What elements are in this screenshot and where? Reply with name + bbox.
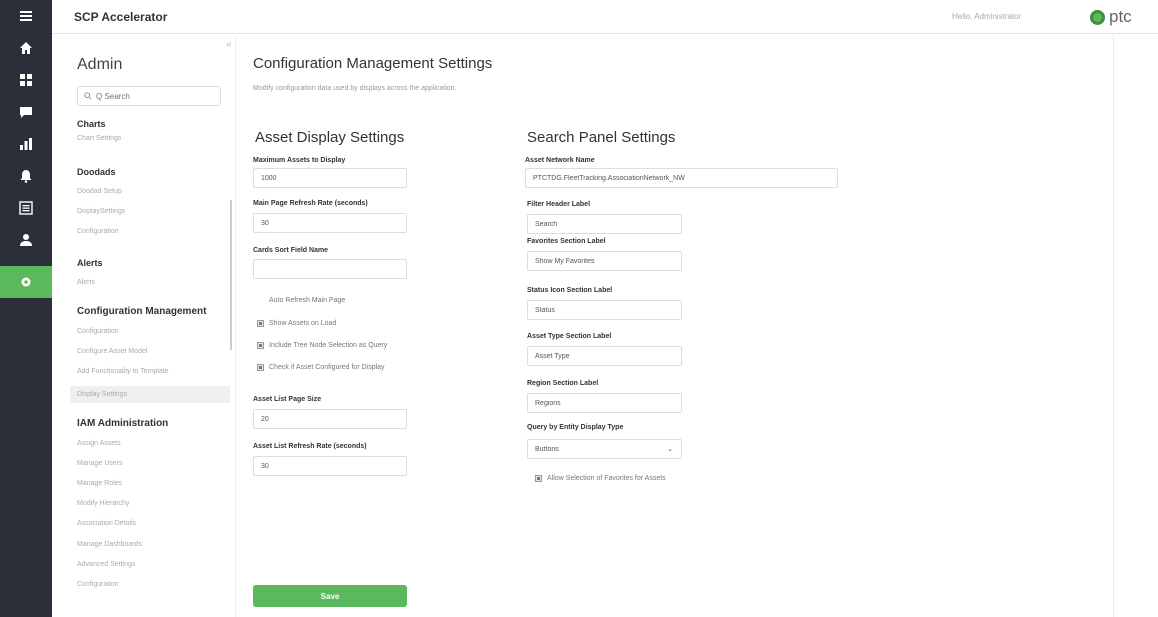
checkbox-box[interactable] [257,320,264,327]
checkbox-label: Auto Refresh Main Page [269,297,346,304]
menu-icon[interactable] [0,0,52,32]
sidebar-section-iam-administration: IAM Administration [77,418,169,429]
status-section-input[interactable] [527,300,682,320]
sidebar-title: Admin [77,56,123,73]
sidebar-search-input[interactable] [96,91,206,101]
checkbox-box[interactable] [257,342,264,349]
asset-type-section-label: Asset Type Section Label [527,333,612,340]
admin-sidebar: « Admin Charts Chart Settings Doodads Do… [52,35,236,617]
sidebar-item-advanced-settings[interactable]: Advanced Settings [77,561,135,568]
auto-refresh-checkbox[interactable]: Auto Refresh Main Page [257,297,345,304]
query-type-value: Buttons [535,445,559,453]
checkbox-label: Check if Asset Configured for Display [269,364,385,371]
user-icon[interactable] [0,224,52,256]
app-title: SCP Accelerator [74,10,168,24]
sidebar-item-manage-users[interactable]: Manage Users [77,460,123,467]
chart-icon[interactable] [0,128,52,160]
sidebar-item-doodad-setup[interactable]: Doodad Setup [77,188,122,195]
asset-display-title: Asset Display Settings [255,129,405,146]
user-greeting[interactable]: Hello, Administrator [952,12,1021,21]
checkbox-box[interactable] [535,475,542,482]
sidebar-section-configuration-management: Configuration Management [77,306,207,317]
sidebar-section-doodads: Doodads [77,167,116,177]
bell-icon[interactable] [0,160,52,192]
filter-header-label: Filter Header Label [527,201,591,208]
list-refresh-label: Asset List Refresh Rate (seconds) [253,443,367,450]
sidebar-item-alerts[interactable]: Alerts [77,279,95,286]
sidebar-item-configuration[interactable]: Configuration [77,328,119,335]
allow-favorites-checkbox[interactable]: Allow Selection of Favorites for Assets [535,475,666,482]
message-icon[interactable] [0,96,52,128]
sidebar-section-charts: Charts [77,119,106,129]
sidebar-section-alerts: Alerts [77,258,103,268]
favorites-section-label: Favorites Section Label [527,238,606,245]
show-assets-checkbox[interactable]: Show Assets on Load [257,320,336,327]
refresh-rate-input[interactable] [253,213,407,233]
sidebar-item-display-settings-active[interactable]: Display Settings [70,386,230,403]
sidebar-item-display-settings[interactable]: DisplaySettings [77,208,125,215]
sidebar-item-add-functionality[interactable]: Add Functionality to Template [77,368,169,375]
region-section-input[interactable] [527,393,682,413]
checkbox-label: Show Assets on Load [269,320,337,327]
brand-logo: ptc [1090,7,1132,27]
brand-text: ptc [1109,7,1132,26]
checkbox-box[interactable] [257,364,264,371]
sidebar-item-modify-hierarchy[interactable]: Modify Hierarchy [77,500,130,507]
max-assets-input[interactable] [253,168,407,188]
list-refresh-input[interactable] [253,456,407,476]
cards-sort-input[interactable] [253,259,407,279]
sidebar-item-association-details[interactable]: Association Details [77,520,136,527]
sidebar-scrollbar[interactable] [230,200,232,350]
checkbox-label: Allow Selection of Favorites for Assets [547,475,666,482]
sidebar-item-configuration[interactable]: Configuration [77,228,119,235]
sidebar-item-manage-roles[interactable]: Manage Roles [77,480,122,487]
include-tree-node-checkbox[interactable]: Include Tree Node Selection as Query [257,342,387,349]
list-icon[interactable] [0,192,52,224]
network-name-label: Asset Network Name [525,157,595,164]
page-description: Modify configuration data used by displa… [253,85,457,92]
settings-icon[interactable] [0,266,52,298]
check-asset-configured-checkbox[interactable]: Check if Asset Configured for Display [257,364,385,371]
asset-type-section-input[interactable] [527,346,682,366]
checkbox-box[interactable] [257,297,264,304]
query-type-select[interactable]: Buttons ⌄ [527,439,682,459]
region-section-label: Region Section Label [527,380,599,387]
favorites-section-input[interactable] [527,251,682,271]
chevron-down-icon: ⌄ [667,446,673,453]
sidebar-item-chart-settings[interactable]: Chart Settings [77,135,121,142]
app-header: SCP Accelerator Hello, Administrator ptc [52,0,1158,34]
ptc-logo-icon [1090,9,1105,25]
main-content: Configuration Management Settings Modify… [237,35,1158,617]
max-assets-label: Maximum Assets to Display [253,157,346,164]
list-page-size-label: Asset List Page Size [253,396,322,403]
page-title: Configuration Management Settings [253,55,493,72]
refresh-rate-label: Main Page Refresh Rate (seconds) [253,200,368,207]
home-icon[interactable] [0,32,52,64]
search-panel-title: Search Panel Settings [527,129,676,146]
sidebar-item-configuration[interactable]: Configuration [77,581,119,588]
sidebar-item-configure-asset-model[interactable]: Configure Asset Model [77,348,147,355]
sidebar-item-manage-dashboards[interactable]: Manage Dashboards [77,541,142,548]
sidebar-item-assign-assets[interactable]: Assign Assets [77,440,121,447]
query-type-label: Query by Entity Display Type [527,424,624,431]
content-divider [1113,34,1114,617]
checkbox-label: Include Tree Node Selection as Query [269,342,388,349]
icon-rail [0,0,52,617]
sidebar-search[interactable] [77,86,221,106]
cards-sort-label: Cards Sort Field Name [253,247,329,254]
list-page-size-input[interactable] [253,409,407,429]
search-icon [84,92,92,100]
collapse-icon[interactable]: « [226,39,232,50]
dashboard-icon[interactable] [0,64,52,96]
network-name-input[interactable] [525,168,838,188]
filter-header-input[interactable] [527,214,682,234]
status-section-label: Status Icon Section Label [527,287,613,294]
save-button[interactable]: Save [253,585,407,607]
